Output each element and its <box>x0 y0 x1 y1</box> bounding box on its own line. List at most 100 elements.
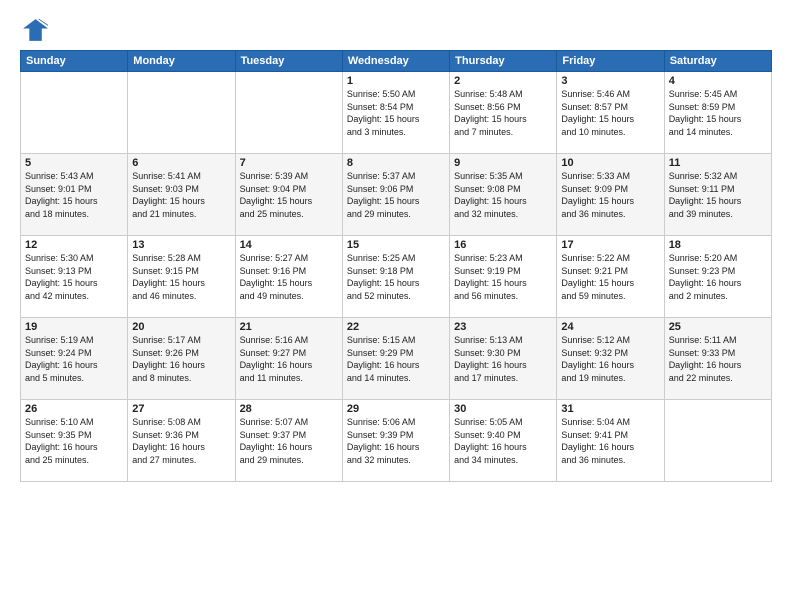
day-number: 16 <box>454 239 552 251</box>
day-number: 1 <box>347 75 445 87</box>
week-row-1: 1Sunrise: 5:50 AM Sunset: 8:54 PM Daylig… <box>21 72 772 154</box>
day-info: Sunrise: 5:11 AM Sunset: 9:33 PM Dayligh… <box>669 334 767 384</box>
day-info: Sunrise: 5:46 AM Sunset: 8:57 PM Dayligh… <box>561 88 659 138</box>
day-info: Sunrise: 5:08 AM Sunset: 9:36 PM Dayligh… <box>132 416 230 466</box>
day-number: 27 <box>132 403 230 415</box>
day-number: 26 <box>25 403 123 415</box>
day-number: 2 <box>454 75 552 87</box>
day-number: 28 <box>240 403 338 415</box>
day-number: 6 <box>132 157 230 169</box>
day-number: 23 <box>454 321 552 333</box>
calendar-cell: 17Sunrise: 5:22 AM Sunset: 9:21 PM Dayli… <box>557 236 664 318</box>
day-number: 30 <box>454 403 552 415</box>
day-header-tuesday: Tuesday <box>235 51 342 72</box>
calendar-cell: 1Sunrise: 5:50 AM Sunset: 8:54 PM Daylig… <box>342 72 449 154</box>
day-info: Sunrise: 5:27 AM Sunset: 9:16 PM Dayligh… <box>240 252 338 302</box>
day-number: 9 <box>454 157 552 169</box>
calendar-cell: 24Sunrise: 5:12 AM Sunset: 9:32 PM Dayli… <box>557 318 664 400</box>
week-row-3: 12Sunrise: 5:30 AM Sunset: 9:13 PM Dayli… <box>21 236 772 318</box>
calendar-cell <box>235 72 342 154</box>
day-number: 12 <box>25 239 123 251</box>
calendar-cell: 16Sunrise: 5:23 AM Sunset: 9:19 PM Dayli… <box>450 236 557 318</box>
calendar-cell: 31Sunrise: 5:04 AM Sunset: 9:41 PM Dayli… <box>557 400 664 482</box>
calendar-cell: 3Sunrise: 5:46 AM Sunset: 8:57 PM Daylig… <box>557 72 664 154</box>
day-number: 7 <box>240 157 338 169</box>
day-header-saturday: Saturday <box>664 51 771 72</box>
week-row-4: 19Sunrise: 5:19 AM Sunset: 9:24 PM Dayli… <box>21 318 772 400</box>
day-info: Sunrise: 5:06 AM Sunset: 9:39 PM Dayligh… <box>347 416 445 466</box>
calendar-cell: 28Sunrise: 5:07 AM Sunset: 9:37 PM Dayli… <box>235 400 342 482</box>
day-number: 20 <box>132 321 230 333</box>
calendar-cell: 12Sunrise: 5:30 AM Sunset: 9:13 PM Dayli… <box>21 236 128 318</box>
page: SundayMondayTuesdayWednesdayThursdayFrid… <box>0 0 792 612</box>
day-info: Sunrise: 5:05 AM Sunset: 9:40 PM Dayligh… <box>454 416 552 466</box>
day-info: Sunrise: 5:07 AM Sunset: 9:37 PM Dayligh… <box>240 416 338 466</box>
day-info: Sunrise: 5:28 AM Sunset: 9:15 PM Dayligh… <box>132 252 230 302</box>
calendar-cell: 23Sunrise: 5:13 AM Sunset: 9:30 PM Dayli… <box>450 318 557 400</box>
day-info: Sunrise: 5:12 AM Sunset: 9:32 PM Dayligh… <box>561 334 659 384</box>
calendar-cell: 25Sunrise: 5:11 AM Sunset: 9:33 PM Dayli… <box>664 318 771 400</box>
day-info: Sunrise: 5:17 AM Sunset: 9:26 PM Dayligh… <box>132 334 230 384</box>
day-number: 22 <box>347 321 445 333</box>
calendar-cell: 22Sunrise: 5:15 AM Sunset: 9:29 PM Dayli… <box>342 318 449 400</box>
day-header-wednesday: Wednesday <box>342 51 449 72</box>
calendar-cell: 29Sunrise: 5:06 AM Sunset: 9:39 PM Dayli… <box>342 400 449 482</box>
day-info: Sunrise: 5:48 AM Sunset: 8:56 PM Dayligh… <box>454 88 552 138</box>
day-number: 24 <box>561 321 659 333</box>
calendar-cell <box>21 72 128 154</box>
header <box>20 16 772 44</box>
calendar-cell: 13Sunrise: 5:28 AM Sunset: 9:15 PM Dayli… <box>128 236 235 318</box>
logo-icon <box>20 16 48 44</box>
day-info: Sunrise: 5:30 AM Sunset: 9:13 PM Dayligh… <box>25 252 123 302</box>
calendar-cell: 15Sunrise: 5:25 AM Sunset: 9:18 PM Dayli… <box>342 236 449 318</box>
day-number: 3 <box>561 75 659 87</box>
day-number: 25 <box>669 321 767 333</box>
day-info: Sunrise: 5:35 AM Sunset: 9:08 PM Dayligh… <box>454 170 552 220</box>
day-number: 8 <box>347 157 445 169</box>
day-info: Sunrise: 5:25 AM Sunset: 9:18 PM Dayligh… <box>347 252 445 302</box>
day-info: Sunrise: 5:33 AM Sunset: 9:09 PM Dayligh… <box>561 170 659 220</box>
day-number: 11 <box>669 157 767 169</box>
calendar-cell: 10Sunrise: 5:33 AM Sunset: 9:09 PM Dayli… <box>557 154 664 236</box>
day-info: Sunrise: 5:13 AM Sunset: 9:30 PM Dayligh… <box>454 334 552 384</box>
day-info: Sunrise: 5:20 AM Sunset: 9:23 PM Dayligh… <box>669 252 767 302</box>
day-number: 5 <box>25 157 123 169</box>
calendar-cell: 7Sunrise: 5:39 AM Sunset: 9:04 PM Daylig… <box>235 154 342 236</box>
day-info: Sunrise: 5:43 AM Sunset: 9:01 PM Dayligh… <box>25 170 123 220</box>
day-header-thursday: Thursday <box>450 51 557 72</box>
day-info: Sunrise: 5:50 AM Sunset: 8:54 PM Dayligh… <box>347 88 445 138</box>
calendar-cell <box>128 72 235 154</box>
day-number: 21 <box>240 321 338 333</box>
day-info: Sunrise: 5:45 AM Sunset: 8:59 PM Dayligh… <box>669 88 767 138</box>
day-header-monday: Monday <box>128 51 235 72</box>
day-number: 17 <box>561 239 659 251</box>
day-info: Sunrise: 5:41 AM Sunset: 9:03 PM Dayligh… <box>132 170 230 220</box>
day-info: Sunrise: 5:19 AM Sunset: 9:24 PM Dayligh… <box>25 334 123 384</box>
day-header-friday: Friday <box>557 51 664 72</box>
day-info: Sunrise: 5:10 AM Sunset: 9:35 PM Dayligh… <box>25 416 123 466</box>
day-info: Sunrise: 5:16 AM Sunset: 9:27 PM Dayligh… <box>240 334 338 384</box>
calendar-cell: 21Sunrise: 5:16 AM Sunset: 9:27 PM Dayli… <box>235 318 342 400</box>
calendar-cell: 19Sunrise: 5:19 AM Sunset: 9:24 PM Dayli… <box>21 318 128 400</box>
calendar-cell: 20Sunrise: 5:17 AM Sunset: 9:26 PM Dayli… <box>128 318 235 400</box>
calendar: SundayMondayTuesdayWednesdayThursdayFrid… <box>20 50 772 482</box>
calendar-cell: 27Sunrise: 5:08 AM Sunset: 9:36 PM Dayli… <box>128 400 235 482</box>
day-number: 14 <box>240 239 338 251</box>
calendar-cell: 18Sunrise: 5:20 AM Sunset: 9:23 PM Dayli… <box>664 236 771 318</box>
calendar-cell: 2Sunrise: 5:48 AM Sunset: 8:56 PM Daylig… <box>450 72 557 154</box>
day-info: Sunrise: 5:37 AM Sunset: 9:06 PM Dayligh… <box>347 170 445 220</box>
day-number: 4 <box>669 75 767 87</box>
day-info: Sunrise: 5:23 AM Sunset: 9:19 PM Dayligh… <box>454 252 552 302</box>
days-header-row: SundayMondayTuesdayWednesdayThursdayFrid… <box>21 51 772 72</box>
week-row-2: 5Sunrise: 5:43 AM Sunset: 9:01 PM Daylig… <box>21 154 772 236</box>
logo <box>20 16 52 44</box>
day-info: Sunrise: 5:39 AM Sunset: 9:04 PM Dayligh… <box>240 170 338 220</box>
calendar-cell: 6Sunrise: 5:41 AM Sunset: 9:03 PM Daylig… <box>128 154 235 236</box>
calendar-cell: 4Sunrise: 5:45 AM Sunset: 8:59 PM Daylig… <box>664 72 771 154</box>
calendar-cell: 11Sunrise: 5:32 AM Sunset: 9:11 PM Dayli… <box>664 154 771 236</box>
day-number: 10 <box>561 157 659 169</box>
day-info: Sunrise: 5:32 AM Sunset: 9:11 PM Dayligh… <box>669 170 767 220</box>
calendar-cell: 30Sunrise: 5:05 AM Sunset: 9:40 PM Dayli… <box>450 400 557 482</box>
calendar-cell <box>664 400 771 482</box>
day-header-sunday: Sunday <box>21 51 128 72</box>
